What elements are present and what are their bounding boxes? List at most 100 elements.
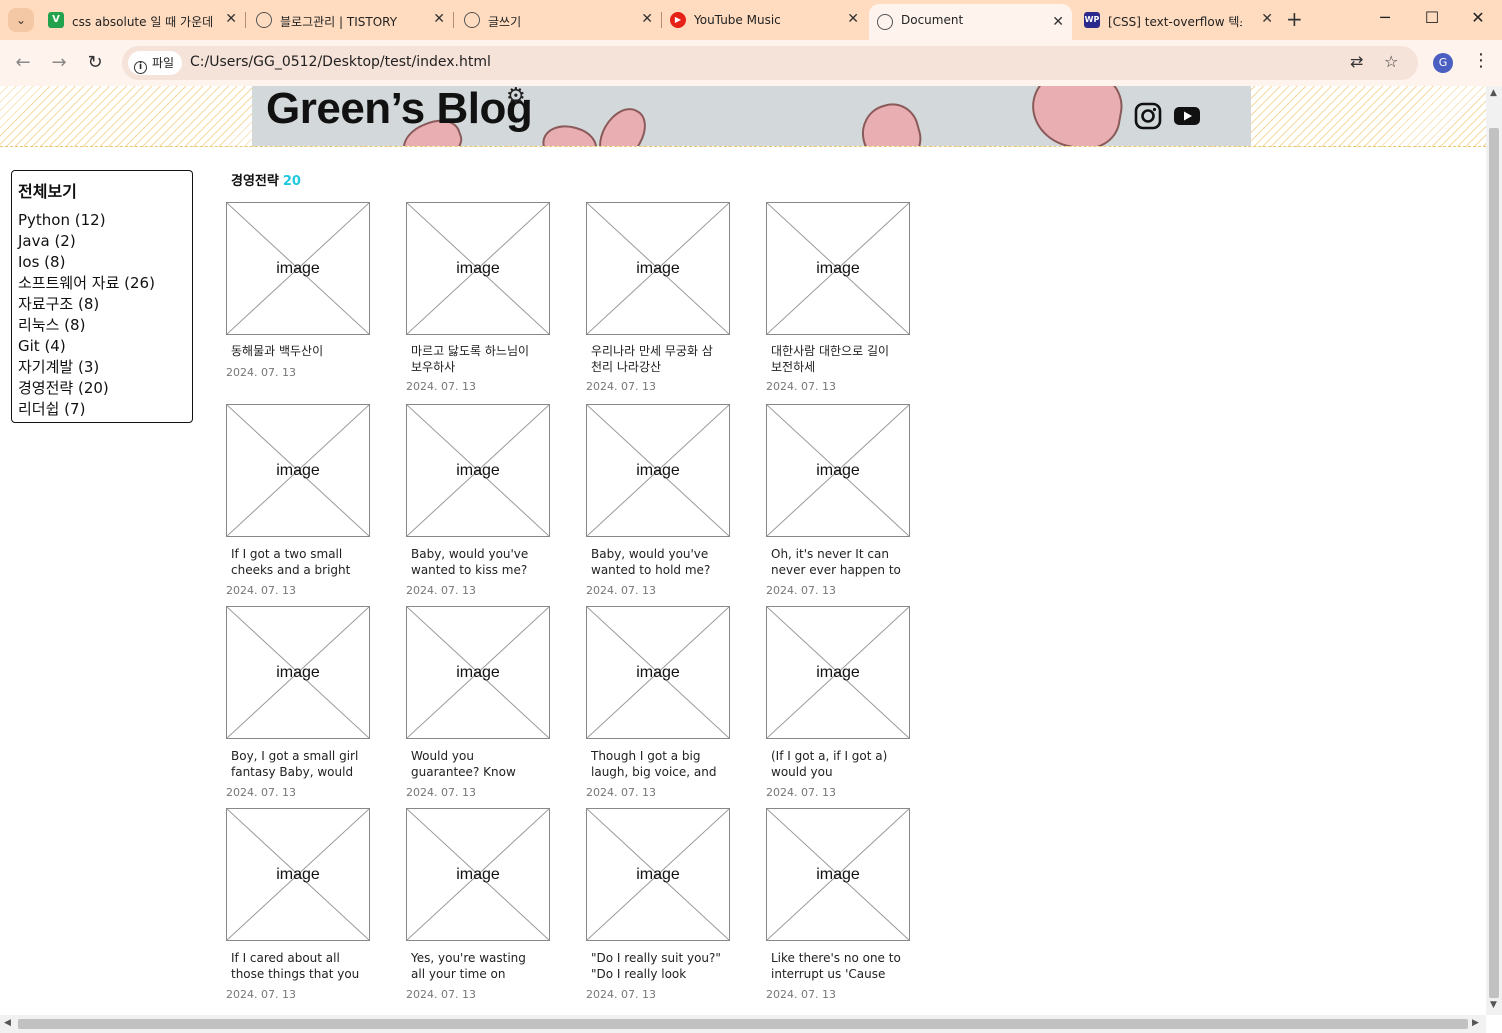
gear-icon[interactable]: ⚙ <box>506 86 526 109</box>
post-thumbnail-placeholder[interactable]: image <box>226 202 370 335</box>
blog-title[interactable]: Green’s Blog <box>266 86 533 134</box>
maximize-icon[interactable]: ☐ <box>1417 8 1447 27</box>
post-thumbnail-placeholder[interactable]: image <box>586 606 730 739</box>
post-date: 2024. 07. 13 <box>586 786 656 799</box>
post-title[interactable]: Yes, you're wasting all your time on som… <box>411 950 541 982</box>
minimize-icon[interactable]: ─ <box>1370 8 1400 27</box>
post-date: 2024. 07. 13 <box>226 786 296 799</box>
close-tab-icon[interactable]: ✕ <box>1261 11 1273 27</box>
post-card[interactable]: image Would you guarantee? Know you got a… <box>406 606 550 802</box>
sidebar-title[interactable]: 전체보기 <box>18 178 186 202</box>
post-card[interactable]: image Oh, it's never It can never ever ha… <box>766 404 910 600</box>
post-title[interactable]: If I cared about all those things that y… <box>231 950 361 982</box>
post-thumbnail-placeholder[interactable]: image <box>766 404 910 537</box>
post-title[interactable]: Boy, I got a small girl fantasy Baby, wo… <box>231 748 361 780</box>
instagram-icon[interactable] <box>1134 102 1162 130</box>
site-info-chip[interactable]: i 파일 <box>128 51 183 75</box>
scroll-left-arrow-icon[interactable]: ◀ <box>4 1018 11 1028</box>
post-title[interactable]: Like there's no one to interrupt us 'Cau… <box>771 950 901 982</box>
post-thumbnail-placeholder[interactable]: image <box>226 606 370 739</box>
category-java[interactable]: Java (2) <box>18 231 186 252</box>
post-card[interactable]: image If I got a two small cheeks and a b… <box>226 404 370 600</box>
image-placeholder-label: image <box>636 260 680 277</box>
post-card[interactable]: image Boy, I got a small girl fantasy Bab… <box>226 606 370 802</box>
post-card[interactable]: image If I cared about all those things t… <box>226 808 370 1004</box>
url-text[interactable]: C:/Users/GG_0512/Desktop/test/index.html <box>190 54 491 70</box>
post-card[interactable]: image "Do I really suit you?" "Do I reall… <box>586 808 730 1004</box>
post-thumbnail-placeholder[interactable]: image <box>406 808 550 941</box>
scroll-down-arrow-icon[interactable]: ▼ <box>1490 1000 1497 1010</box>
post-card[interactable]: image (If I got a, if I got a) would you … <box>766 606 910 802</box>
close-window-icon[interactable]: ✕ <box>1463 8 1493 27</box>
post-card[interactable]: image 대한사람 대한으로 길이 보전하세 2024. 07. 13 <box>766 202 910 398</box>
post-thumbnail-placeholder[interactable]: image <box>766 202 910 335</box>
horizontal-scrollbar[interactable]: ◀ ▶ <box>0 1015 1486 1033</box>
post-title[interactable]: 대한사람 대한으로 길이 보전하세 <box>771 343 901 375</box>
scrollbar-thumb[interactable] <box>1489 128 1499 998</box>
post-thumbnail-placeholder[interactable]: image <box>226 404 370 537</box>
post-thumbnail-placeholder[interactable]: image <box>406 404 550 537</box>
category-python[interactable]: Python (12) <box>18 210 186 231</box>
bookmark-star-icon[interactable]: ☆ <box>1384 52 1398 71</box>
post-card[interactable]: image Baby, would you've wanted to kiss m… <box>406 404 550 600</box>
post-card[interactable]: image 동해물과 백두산이 2024. 07. 13 <box>226 202 370 398</box>
scroll-up-arrow-icon[interactable]: ▲ <box>1490 88 1497 98</box>
tab-css-absolute[interactable]: V css absolute 일 때 가운데 ✕ <box>40 6 246 34</box>
post-title[interactable]: (If I got a, if I got a) would you guara… <box>771 748 901 780</box>
category-git[interactable]: Git (4) <box>18 336 186 357</box>
post-thumbnail-placeholder[interactable]: image <box>406 202 550 335</box>
post-thumbnail-placeholder[interactable]: image <box>586 808 730 941</box>
post-title[interactable]: Though I got a big laugh, big voice, and <box>591 748 721 780</box>
vertical-scrollbar[interactable]: ▲ ▼ <box>1486 86 1502 1015</box>
category-data-structures[interactable]: 자료구조 (8) <box>18 294 186 315</box>
post-title[interactable]: Oh, it's never It can never ever happen … <box>771 546 901 578</box>
forward-arrow-icon[interactable]: → <box>48 52 70 73</box>
tab-youtube-music[interactable]: ▶ YouTube Music ✕ <box>662 6 867 34</box>
post-card[interactable]: image Baby, would you've wanted to hold m… <box>586 404 730 600</box>
post-card[interactable]: image Yes, you're wasting all your time o… <box>406 808 550 1004</box>
tab-search-button[interactable]: ⌄ <box>8 8 34 32</box>
post-card[interactable]: image 우리나라 만세 무궁화 삼천리 나라강산 2024. 07. 13 <box>586 202 730 398</box>
post-thumbnail-placeholder[interactable]: image <box>586 404 730 537</box>
post-thumbnail-placeholder[interactable]: image <box>406 606 550 739</box>
post-card[interactable]: image Like there's no one to interrupt us… <box>766 808 910 1004</box>
category-self-development[interactable]: 자기계발 (3) <box>18 357 186 378</box>
close-tab-icon[interactable]: ✕ <box>225 11 237 27</box>
translate-icon[interactable]: ⇄ <box>1350 52 1363 71</box>
post-title[interactable]: Baby, would you've wanted to hold me? No… <box>591 546 721 578</box>
post-card[interactable]: image 마르고 닳도록 하느님이 보우하사 2024. 07. 13 <box>406 202 550 398</box>
tab-css-text-overflow[interactable]: WP [CSS] text-overflow 텍스 ✕ <box>1076 6 1281 34</box>
post-title[interactable]: 마르고 닳도록 하느님이 보우하사 <box>411 343 541 375</box>
close-tab-icon[interactable]: ✕ <box>1052 14 1064 30</box>
scroll-right-arrow-icon[interactable]: ▶ <box>1472 1018 1479 1028</box>
tab-document[interactable]: Document ✕ <box>869 4 1072 40</box>
post-title[interactable]: "Do I really suit you?" "Do I really loo… <box>591 950 721 982</box>
post-thumbnail-placeholder[interactable]: image <box>226 808 370 941</box>
post-thumbnail-placeholder[interactable]: image <box>586 202 730 335</box>
post-thumbnail-placeholder[interactable]: image <box>766 808 910 941</box>
category-software[interactable]: 소프트웨어 자료 (26) <box>18 273 186 294</box>
tab-write[interactable]: 글쓰기 ✕ <box>456 6 662 34</box>
youtube-icon[interactable] <box>1173 102 1201 130</box>
post-title[interactable]: If I got a two small cheeks and a bright <box>231 546 361 578</box>
post-title[interactable]: Would you guarantee? Know you got a smal… <box>411 748 541 780</box>
address-bar[interactable]: i 파일 C:/Users/GG_0512/Desktop/test/index.… <box>122 46 1418 80</box>
post-thumbnail-placeholder[interactable]: image <box>766 606 910 739</box>
category-ios[interactable]: Ios (8) <box>18 252 186 273</box>
tab-tistory-admin[interactable]: 블로그관리 | TISTORY ✕ <box>248 6 454 34</box>
close-tab-icon[interactable]: ✕ <box>847 11 859 27</box>
post-title[interactable]: Baby, would you've wanted to kiss me? <box>411 546 541 578</box>
post-card[interactable]: image Though I got a big laugh, big voice… <box>586 606 730 802</box>
post-title[interactable]: 우리나라 만세 무궁화 삼천리 나라강산 <box>591 343 721 375</box>
menu-kebab-icon[interactable]: ⋮ <box>1472 50 1490 71</box>
new-tab-icon[interactable]: + <box>1286 8 1303 30</box>
reload-icon[interactable]: ↻ <box>84 52 106 73</box>
profile-avatar[interactable]: G <box>1433 53 1453 73</box>
scrollbar-thumb[interactable] <box>18 1019 1468 1029</box>
category-linux[interactable]: 리눅스 (8) <box>18 315 186 336</box>
close-tab-icon[interactable]: ✕ <box>433 11 445 27</box>
category-management-strategy[interactable]: 경영전략 (20) <box>18 378 186 399</box>
back-arrow-icon[interactable]: ← <box>12 52 34 73</box>
close-tab-icon[interactable]: ✕ <box>641 11 653 27</box>
category-leadership[interactable]: 리더쉽 (7) <box>18 399 186 420</box>
